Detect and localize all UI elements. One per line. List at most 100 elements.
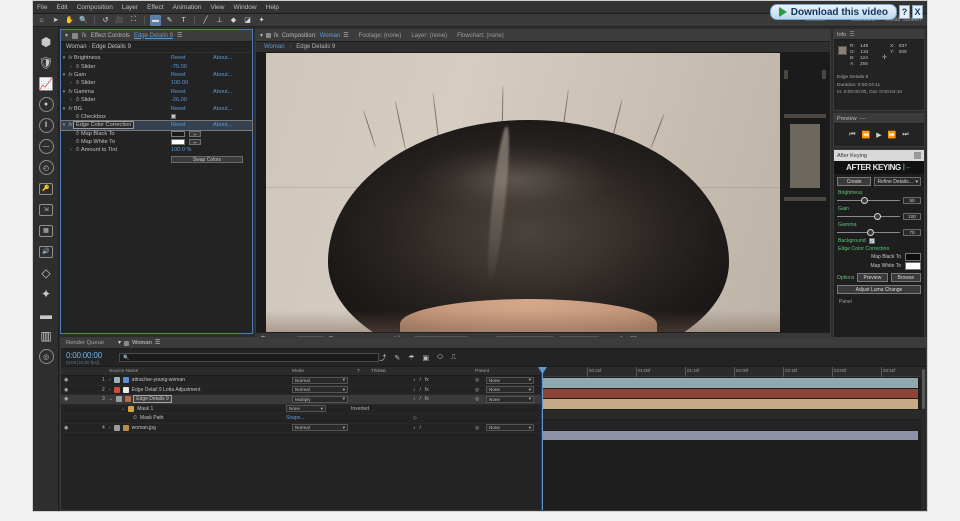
blend-mode-select[interactable]: Normal ▾: [292, 386, 348, 394]
color-swatch-black[interactable]: [171, 130, 185, 137]
gamma-track[interactable]: [837, 229, 900, 236]
column-mode[interactable]: Mode: [292, 369, 304, 374]
panel-menu-icon[interactable]: ☰: [155, 340, 160, 346]
effect-controls-tab[interactable]: ▾ fx Effect Controls Edge Details 9 ☰: [61, 30, 252, 42]
stopwatch-icon[interactable]: ⏱: [74, 64, 81, 70]
layer-name-cell[interactable]: › Edge Detail 9 Lotta Adjustment: [109, 386, 200, 393]
layer-bar[interactable]: [542, 399, 918, 409]
layer-name-cell[interactable]: › woman.jpg: [109, 424, 156, 431]
swap-colors-row[interactable]: Swap Colors: [61, 155, 252, 165]
parent-select[interactable]: None ▾: [486, 376, 534, 384]
about-link[interactable]: About...: [213, 122, 232, 128]
stopwatch-icon[interactable]: ⏱: [74, 139, 81, 145]
visibility-eye-icon[interactable]: ◉: [64, 387, 68, 393]
adjust-luma-change-button[interactable]: Adjust Luma Change: [837, 285, 921, 294]
brightness-track[interactable]: [837, 197, 900, 204]
audio-icon[interactable]: ♪: [413, 387, 416, 393]
property-row-map-black-to[interactable]: ⏱ Map Black To ⌲: [61, 130, 252, 138]
current-time-value[interactable]: 0:00:00:00: [66, 351, 119, 360]
export-icon[interactable]: ⇲: [33, 199, 59, 220]
panel-lock-icon[interactable]: [72, 32, 79, 39]
reset-link[interactable]: Reset: [171, 72, 186, 78]
menu-item-layer[interactable]: Layer: [122, 1, 138, 14]
layer-name-cell[interactable]: › attractive-young-woman: [109, 377, 185, 384]
gamma-thumb[interactable]: [867, 229, 875, 236]
menu-item-composition[interactable]: Composition: [77, 1, 113, 14]
help-button[interactable]: ?: [899, 5, 910, 19]
cube-icon[interactable]: ⬢: [33, 31, 59, 52]
search-input[interactable]: 🔍: [119, 353, 380, 362]
pen-icon[interactable]: ✎: [164, 15, 175, 26]
home-icon[interactable]: ⌂: [36, 15, 47, 26]
gain-thumb[interactable]: [873, 213, 881, 220]
composition-canvas[interactable]: [256, 53, 830, 332]
layer-bar[interactable]: [542, 378, 918, 388]
property-row-slider[interactable]: › ⏱ Slider -26.00: [61, 96, 252, 104]
last-frame-icon[interactable]: ⏭: [902, 131, 908, 139]
effect-row-brightness[interactable]: ▾ fx Brightness Reset About...: [61, 54, 252, 62]
fx-icon[interactable]: /: [420, 387, 421, 393]
parent-pickwhip-icon[interactable]: ◎: [475, 425, 479, 431]
stopwatch-icon[interactable]: ⏱: [133, 415, 137, 421]
info-panel-title-bar[interactable]: Info ☰: [834, 30, 924, 40]
collapse-transforms-icon[interactable]: ▣: [422, 354, 429, 362]
mask-path-cell[interactable]: ⏱ Mask Path: [133, 415, 164, 421]
fx-icon[interactable]: /: [420, 396, 421, 402]
property-value[interactable]: 100.00: [171, 80, 188, 86]
menu-item-window[interactable]: Window: [234, 1, 257, 14]
property-row-slider[interactable]: › ⏱ Slider 100.00: [61, 79, 252, 87]
layer-switches[interactable]: ♪ /: [413, 425, 421, 431]
mask-inverted-label[interactable]: Inverted: [351, 406, 369, 412]
effect-row-gain[interactable]: ▾ fx Gain Reset About...: [61, 71, 252, 79]
tab-footage[interactable]: Footage: (none): [359, 33, 412, 39]
reset-link[interactable]: Reset: [171, 89, 186, 95]
motion-blur-icon[interactable]: ⤴: [379, 353, 386, 363]
pan-behind-icon[interactable]: ⛶: [128, 15, 139, 26]
audio-icon[interactable]: ♪: [413, 425, 416, 431]
stopwatch-icon[interactable]: ⏱: [74, 80, 81, 86]
column-parent[interactable]: Parent: [475, 369, 489, 374]
layer-bar[interactable]: [542, 430, 918, 440]
parent-select[interactable]: None ▾: [486, 386, 534, 394]
menu-item-effect[interactable]: Effect: [147, 1, 164, 14]
column-trkmat[interactable]: TrkMat: [371, 369, 386, 374]
about-link[interactable]: About...: [213, 55, 232, 61]
shape-icon[interactable]: ▬: [150, 14, 161, 26]
settings-icon[interactable]: ◎: [33, 346, 59, 367]
map-black-swatch[interactable]: [905, 253, 921, 261]
panel-menu-icon[interactable]: —: [860, 116, 866, 122]
tab-layer[interactable]: Layer: (none): [411, 33, 457, 39]
twirl-icon[interactable]: ›: [109, 377, 111, 383]
stopwatch-icon[interactable]: ⏱: [74, 131, 81, 137]
mask-mode-select[interactable]: None ▾: [286, 405, 326, 413]
stopwatch-icon[interactable]: ⏱: [74, 114, 81, 120]
brightness-thumb[interactable]: [860, 197, 868, 204]
effect-name[interactable]: Edge Color Correction: [72, 121, 135, 130]
reset-link[interactable]: Reset: [171, 55, 186, 61]
panel-collapse-arrow-icon[interactable]: ▾: [118, 340, 121, 346]
property-value[interactable]: -75.00: [171, 64, 187, 70]
panel-lock-icon[interactable]: [123, 340, 129, 346]
hand-icon[interactable]: ✋: [64, 15, 75, 26]
brightness-slider[interactable]: 50: [837, 197, 921, 204]
about-link[interactable]: About...: [213, 106, 232, 112]
record-icon[interactable]: ●: [33, 94, 59, 115]
visibility-eye-icon[interactable]: ◉: [64, 377, 68, 383]
download-this-video-button[interactable]: Download this video: [769, 4, 897, 20]
fx-icon[interactable]: /: [420, 425, 421, 431]
layer-switches[interactable]: ♪ / fx: [413, 396, 429, 402]
gamma-value[interactable]: 70: [903, 229, 921, 236]
adjustment-icon[interactable]: fx: [425, 387, 429, 393]
panel-menu-icon[interactable]: ☰: [343, 32, 348, 39]
effect-row-bg[interactable]: ▾ fx BG Reset About...: [61, 104, 252, 112]
minus-circle-icon[interactable]: —: [33, 136, 59, 157]
twirl-icon[interactable]: ⌄: [109, 396, 113, 402]
parent-pickwhip-icon[interactable]: ◎: [475, 387, 479, 393]
mask-name-cell[interactable]: ⌄ Mask 1: [121, 405, 153, 412]
reset-link[interactable]: Reset: [171, 106, 186, 112]
play-icon[interactable]: ▶: [876, 131, 881, 139]
twirl-icon[interactable]: ⌄: [121, 406, 125, 412]
after-keying-close-icon[interactable]: [914, 152, 921, 159]
layer-switches[interactable]: ♪ / fx: [413, 377, 429, 383]
parent-select[interactable]: None ▾: [486, 395, 534, 403]
